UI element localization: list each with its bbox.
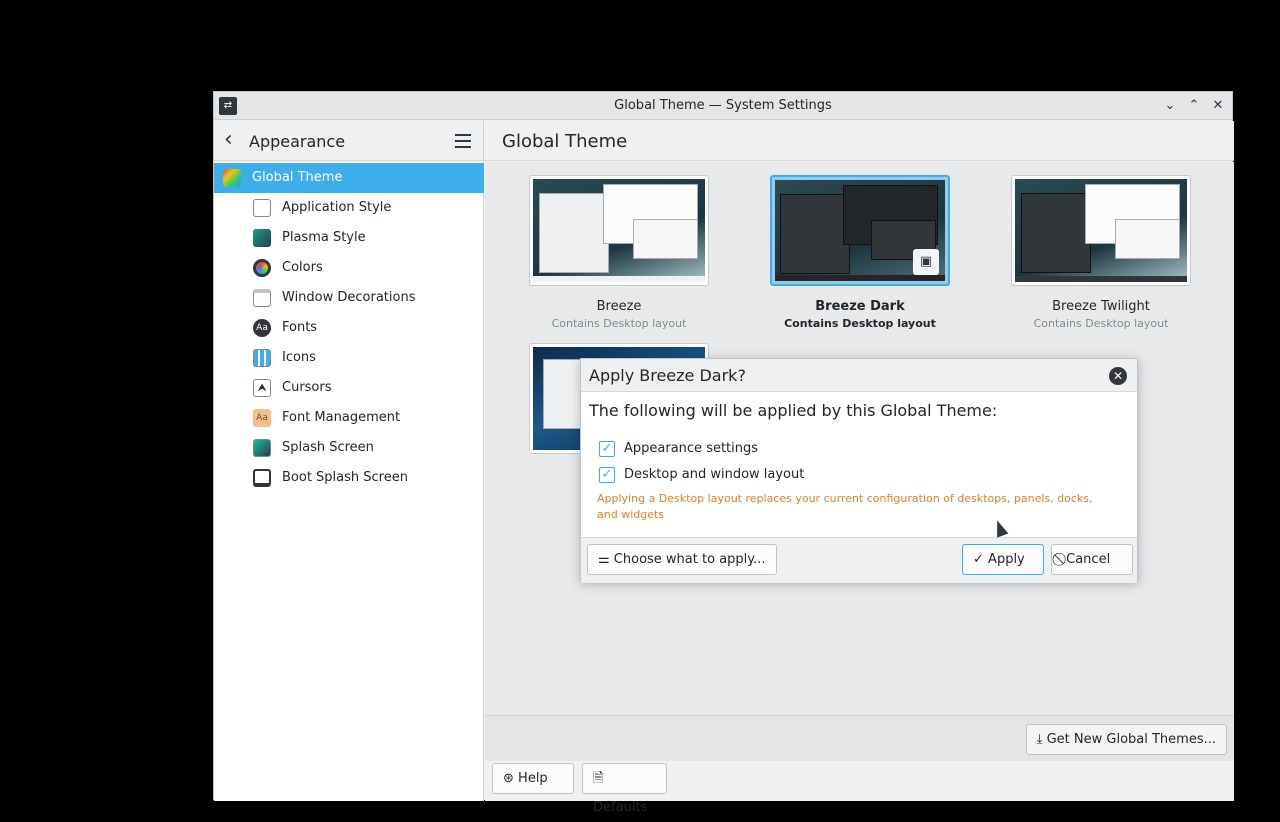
get-new-themes-label: Get New Global Themes... xyxy=(1046,732,1216,747)
checkbox-appearance-settings[interactable]: ✓ xyxy=(599,441,615,457)
content-action-bar: ⤓ Get New Global Themes... xyxy=(485,715,1234,761)
checkmark-icon: ✓ xyxy=(973,552,984,567)
sidebar-header: ‹ Appearance xyxy=(214,121,483,161)
sidebar-item-window-decorations[interactable]: Window Decorations xyxy=(214,283,484,313)
sliders-icon: ⚌ xyxy=(598,552,610,567)
apply-label: Apply xyxy=(988,552,1025,567)
dialog-heading: The following will be applied by this Gl… xyxy=(589,401,998,420)
sidebar-item-splash-screen[interactable]: Splash Screen xyxy=(214,433,484,463)
choose-what-to-apply-button[interactable]: ⚌ Choose what to apply... xyxy=(587,544,777,575)
apply-button[interactable]: ✓ Apply xyxy=(962,544,1044,575)
download-icon: ⤓ xyxy=(1036,732,1043,747)
sidebar-item-label: Cursors xyxy=(282,380,332,395)
back-icon[interactable]: ‹ xyxy=(224,129,244,152)
theme-thumbnail[interactable]: ▣ xyxy=(770,175,950,286)
sidebar-item-cursors[interactable]: ⮝ Cursors xyxy=(214,373,484,403)
dialog-close-icon[interactable]: ✕ xyxy=(1109,367,1127,385)
dialog-title: Apply Breeze Dark? xyxy=(589,366,746,385)
boot-splash-icon xyxy=(253,469,271,487)
cancel-label: Cancel xyxy=(1066,552,1111,567)
sidebar-item-label: Colors xyxy=(282,260,323,275)
icons-icon xyxy=(253,349,271,367)
sidebar-item-plasma-style[interactable]: Plasma Style xyxy=(214,223,484,253)
option-label: Appearance settings xyxy=(624,441,759,456)
theme-name: Breeze Twilight xyxy=(1052,299,1150,314)
sidebar-item-fonts[interactable]: Aa Fonts xyxy=(214,313,484,343)
document-icon: 🗎 xyxy=(593,771,604,786)
sidebar-item-label: Window Decorations xyxy=(282,290,416,305)
minimize-icon[interactable]: ⌄ xyxy=(1160,96,1180,116)
theme-subtitle: Contains Desktop layout xyxy=(784,317,936,330)
cursors-icon: ⮝ xyxy=(253,379,271,397)
font-management-icon: Aa xyxy=(253,409,271,427)
sidebar-item-label: Splash Screen xyxy=(282,440,374,455)
sidebar-item-application-style[interactable]: Application Style xyxy=(214,193,484,223)
layout-warning-text: Applying a Desktop layout replaces your … xyxy=(597,492,1093,521)
sidebar-title: Appearance xyxy=(249,132,346,151)
maximize-icon[interactable]: ⌃ xyxy=(1184,96,1204,116)
footer-bar: ⊛ Help 🗎 Defaults xyxy=(485,761,1234,815)
option-label: Desktop and window layout xyxy=(624,467,805,482)
sidebar-item-icons[interactable]: Icons xyxy=(214,343,484,373)
window-decorations-icon xyxy=(253,289,271,307)
plasma-style-icon xyxy=(253,229,271,247)
colors-icon xyxy=(253,259,271,277)
defaults-label: Defaults xyxy=(593,800,648,815)
theme-name: Breeze Dark xyxy=(815,299,905,314)
theme-subtitle: Contains Desktop layout xyxy=(1033,317,1169,330)
splash-screen-icon xyxy=(253,439,271,457)
sidebar-item-boot-splash-screen[interactable]: Boot Splash Screen xyxy=(214,463,484,493)
content-header: Global Theme xyxy=(485,121,1234,161)
window-title: Global Theme — System Settings xyxy=(614,98,832,113)
sidebar-item-label: Application Style xyxy=(282,200,392,215)
sidebar-item-colors[interactable]: Colors xyxy=(214,253,484,283)
page-title: Global Theme xyxy=(502,131,628,152)
help-label: Help xyxy=(518,771,548,786)
sidebar-item-label: Boot Splash Screen xyxy=(282,470,408,485)
theme-thumbnail[interactable] xyxy=(1011,175,1191,286)
help-button[interactable]: ⊛ Help xyxy=(492,763,574,794)
cancel-button[interactable]: ⃠ Cancel xyxy=(1051,544,1133,575)
fonts-icon: Aa xyxy=(253,319,271,337)
theme-name: Breeze xyxy=(596,299,642,314)
sidebar-item-label: Plasma Style xyxy=(282,230,366,245)
choose-label: Choose what to apply... xyxy=(613,552,766,567)
sidebar-item-label: Icons xyxy=(282,350,316,365)
global-theme-icon xyxy=(223,169,241,187)
sidebar: ‹ Appearance Global Theme Application St… xyxy=(214,121,484,801)
dialog-footer: ⚌ Choose what to apply... ✓ Apply ⃠ Canc… xyxy=(581,537,1137,583)
window-titlebar[interactable]: ⇄ Global Theme — System Settings ⌄ ⌃ ✕ xyxy=(214,92,1232,120)
sidebar-item-global-theme[interactable]: Global Theme xyxy=(214,163,484,193)
defaults-button[interactable]: 🗎 Defaults xyxy=(582,763,667,815)
close-icon[interactable]: ✕ xyxy=(1208,96,1228,116)
help-icon: ⊛ xyxy=(503,771,514,786)
sidebar-item-label: Global Theme xyxy=(252,170,343,185)
application-style-icon xyxy=(253,199,271,217)
apply-theme-dialog: Apply Breeze Dark? ✕ The following will … xyxy=(580,358,1138,583)
image-preview-icon[interactable]: ▣ xyxy=(913,249,939,275)
sidebar-item-font-management[interactable]: Aa Font Management xyxy=(214,403,484,433)
dialog-titlebar: Apply Breeze Dark? ✕ xyxy=(581,359,1137,392)
sidebar-item-label: Font Management xyxy=(282,410,401,425)
checkbox-desktop-layout[interactable]: ✓ xyxy=(599,467,615,483)
theme-thumbnail[interactable] xyxy=(529,175,709,286)
sidebar-item-label: Fonts xyxy=(282,320,318,335)
theme-subtitle: Contains Desktop layout xyxy=(551,317,687,330)
hamburger-menu-icon[interactable] xyxy=(455,134,471,148)
get-new-themes-button[interactable]: ⤓ Get New Global Themes... xyxy=(1025,724,1227,755)
